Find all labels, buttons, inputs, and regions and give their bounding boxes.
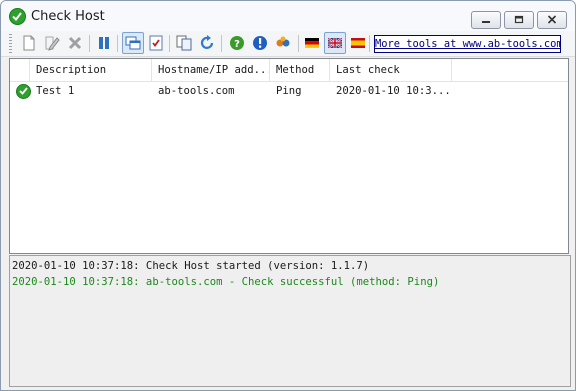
minimize-button[interactable] [471,11,501,29]
column-header-status[interactable] [10,59,30,81]
check-list-button[interactable] [147,34,165,52]
title-bar[interactable]: Check Host [1,1,575,32]
flag-uk-icon [327,37,343,49]
info-button[interactable] [251,34,269,52]
copy-icon [176,35,192,51]
refresh-icon [200,35,214,49]
toolbar-separator [221,35,222,52]
log-line: 2020-01-10 10:37:18: Check Host started … [12,260,370,272]
close-icon [547,15,557,24]
toolbar-separator [117,35,118,52]
lang-german-button[interactable] [303,34,321,52]
pause-button[interactable] [95,34,113,52]
log-line: 2020-01-10 10:37:18: ab-tools.com - Chec… [12,276,440,288]
toolbar-separator [169,35,170,52]
maximize-button[interactable] [504,11,534,29]
column-header-description[interactable]: Description [30,59,152,81]
log-pane[interactable]: 2020-01-10 10:37:18: Check Host started … [9,255,571,387]
main-window: Check Host ? More tools at www.ab-tools.… [0,0,576,391]
tools-button[interactable] [274,34,292,52]
lang-english-button[interactable] [324,32,346,54]
refresh-button[interactable] [198,34,216,52]
column-header-last-check[interactable]: Last check [330,59,452,81]
cell-method: Ping [276,85,302,97]
close-button[interactable] [537,11,567,29]
maximize-icon [514,15,524,24]
column-header-hostname[interactable]: Hostname/IP add... [152,59,270,81]
cell-last-check: 2020-01-10 10:3... [336,85,451,97]
checklist-icon [149,35,163,51]
delete-icon [68,36,82,50]
toolbar-separator [298,35,299,52]
cell-description: Test 1 [36,85,75,97]
window-title: Check Host [31,9,105,24]
new-document-icon [23,35,35,51]
toolbar-separator [369,35,370,52]
flag-germany-icon [305,38,319,48]
toolbar-separator [89,35,90,52]
svg-text:?: ? [234,39,240,50]
check-circle-icon [9,8,26,25]
pause-icon [99,37,109,49]
delete-check-button[interactable] [66,34,84,52]
minimize-icon [482,21,490,23]
show-log-button[interactable] [122,32,144,54]
flag-spain-icon [351,38,365,48]
table-row[interactable]: Test 1 ab-tools.com Ping 2020-01-10 10:3… [10,81,568,101]
info-icon [253,36,267,50]
toolbar-gripper[interactable] [9,34,12,53]
copy-button[interactable] [175,34,193,52]
checks-list[interactable]: Description Hostname/IP add... Method La… [9,58,569,254]
list-header: Description Hostname/IP add... Method La… [10,59,568,82]
cell-hostname: ab-tools.com [158,85,235,97]
edit-check-button[interactable] [43,34,61,52]
edit-icon [45,36,60,51]
tools-icon [276,36,290,47]
check-circle-icon [16,84,31,99]
windows-icon [125,36,141,50]
more-tools-link[interactable]: More tools at www.ab-tools.com [374,35,561,53]
lang-spanish-button[interactable] [349,34,367,52]
help-button[interactable]: ? [228,34,246,52]
column-header-method[interactable]: Method [270,59,330,81]
help-icon: ? [230,36,244,50]
toolbar: ? More tools at www.ab-tools.com [1,31,575,57]
new-check-button[interactable] [20,34,38,52]
